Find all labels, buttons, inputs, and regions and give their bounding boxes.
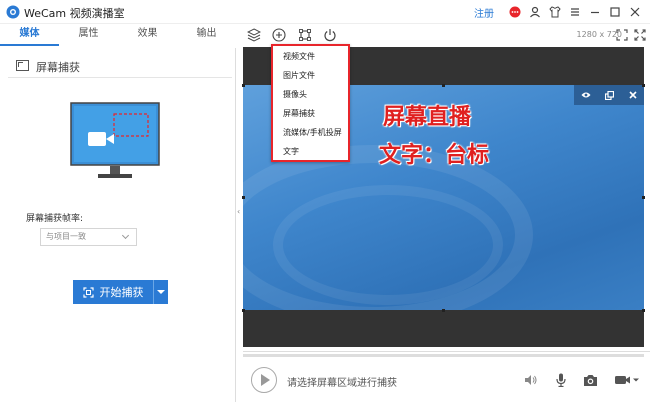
chevron-down-icon bbox=[121, 231, 130, 240]
start-capture-label: 开始捕获 bbox=[99, 286, 144, 299]
layer-controls bbox=[574, 85, 644, 105]
resize-handle[interactable] bbox=[242, 196, 245, 199]
start-capture-button[interactable]: 开始捕获 bbox=[73, 280, 168, 304]
capture-options-dropdown[interactable] bbox=[153, 280, 168, 304]
fps-select[interactable]: 与项目一致 bbox=[40, 228, 137, 246]
capture-hint: 请选择屏幕区域进行捕获 bbox=[287, 378, 397, 389]
remove-layer-icon[interactable] bbox=[629, 91, 637, 99]
fit-screen-icon[interactable] bbox=[614, 27, 630, 43]
user-icon[interactable] bbox=[526, 3, 544, 21]
menu-icon[interactable] bbox=[566, 3, 584, 21]
screen-capture-icon bbox=[16, 60, 29, 71]
minimize-icon[interactable] bbox=[586, 3, 604, 21]
menu-item-stream-mirroring[interactable]: 流媒体/手机投屏 bbox=[283, 127, 342, 138]
resize-handle[interactable] bbox=[242, 84, 245, 87]
resize-handle[interactable] bbox=[642, 196, 645, 199]
video-camera-icon[interactable] bbox=[613, 372, 641, 388]
volume-icon[interactable] bbox=[522, 372, 540, 388]
add-source-menu: 视频文件 图片文件 摄像头 屏幕捕获 流媒体/手机投屏 文字 bbox=[271, 44, 350, 162]
eye-icon[interactable] bbox=[581, 91, 591, 99]
menu-item-video-file[interactable]: 视频文件 bbox=[283, 51, 315, 62]
close-icon[interactable] bbox=[626, 3, 644, 21]
menu-item-text[interactable]: 文字 bbox=[283, 146, 299, 157]
title-bar: WeCam 视频演播室 注册 bbox=[0, 0, 650, 24]
camera-snapshot-icon[interactable] bbox=[581, 372, 599, 388]
register-link[interactable]: 注册 bbox=[474, 5, 494, 20]
message-icon[interactable] bbox=[506, 3, 524, 21]
resize-handle[interactable] bbox=[642, 84, 645, 87]
overlay-text-line2[interactable]: 文字：台标 bbox=[379, 137, 489, 169]
preview-toolbar: 1280 x 720 bbox=[240, 24, 650, 46]
fullscreen-icon[interactable] bbox=[632, 27, 648, 43]
panel-header: 屏幕捕获 bbox=[8, 56, 232, 78]
resize-handle[interactable] bbox=[442, 84, 445, 87]
tab-effects[interactable]: 效果 bbox=[118, 24, 177, 46]
tab-bar: 媒体 属性 效果 输出 bbox=[0, 24, 236, 46]
monitor-illustration-icon bbox=[70, 102, 160, 178]
menu-item-screen-capture[interactable]: 屏幕捕获 bbox=[283, 108, 315, 119]
resize-handle[interactable] bbox=[442, 309, 445, 312]
background-swirl-inner bbox=[273, 185, 503, 305]
resize-handle[interactable] bbox=[642, 309, 645, 312]
play-button[interactable] bbox=[251, 367, 277, 393]
menu-item-image-file[interactable]: 图片文件 bbox=[283, 70, 315, 81]
fps-label: 屏幕捕获帧率: bbox=[26, 214, 84, 224]
tab-output[interactable]: 输出 bbox=[177, 24, 236, 46]
add-source-icon[interactable] bbox=[271, 27, 287, 43]
panel-title: 屏幕捕获 bbox=[36, 61, 80, 74]
app-title: WeCam 视频演播室 bbox=[24, 7, 125, 20]
play-icon bbox=[260, 374, 270, 386]
microphone-icon[interactable] bbox=[552, 372, 570, 388]
skin-icon[interactable] bbox=[546, 3, 564, 21]
progress-track[interactable] bbox=[243, 354, 644, 357]
menu-item-camera[interactable]: 摄像头 bbox=[283, 89, 307, 100]
fps-select-value: 与项目一致 bbox=[46, 232, 86, 241]
resize-handle[interactable] bbox=[242, 309, 245, 312]
overlay-text-line1[interactable]: 屏幕直播 bbox=[383, 99, 471, 131]
collapse-panel-icon[interactable]: ‹ bbox=[237, 207, 240, 216]
capture-icon bbox=[82, 286, 94, 298]
bottom-bar: 请选择屏幕区域进行捕获 bbox=[243, 351, 650, 406]
app-logo-icon bbox=[6, 5, 20, 19]
crop-icon[interactable] bbox=[297, 27, 313, 43]
start-capture-main[interactable]: 开始捕获 bbox=[73, 280, 153, 304]
maximize-icon[interactable] bbox=[606, 3, 624, 21]
caret-down-icon bbox=[157, 290, 165, 294]
tab-media[interactable]: 媒体 bbox=[0, 24, 59, 46]
screen-capture-panel: 屏幕捕获 屏幕捕获帧率: 与项目一致 开始捕获 bbox=[0, 48, 236, 402]
power-icon[interactable] bbox=[322, 27, 338, 43]
restore-window-icon[interactable] bbox=[605, 90, 615, 100]
layers-icon[interactable] bbox=[246, 27, 262, 43]
tab-properties[interactable]: 属性 bbox=[59, 24, 118, 46]
